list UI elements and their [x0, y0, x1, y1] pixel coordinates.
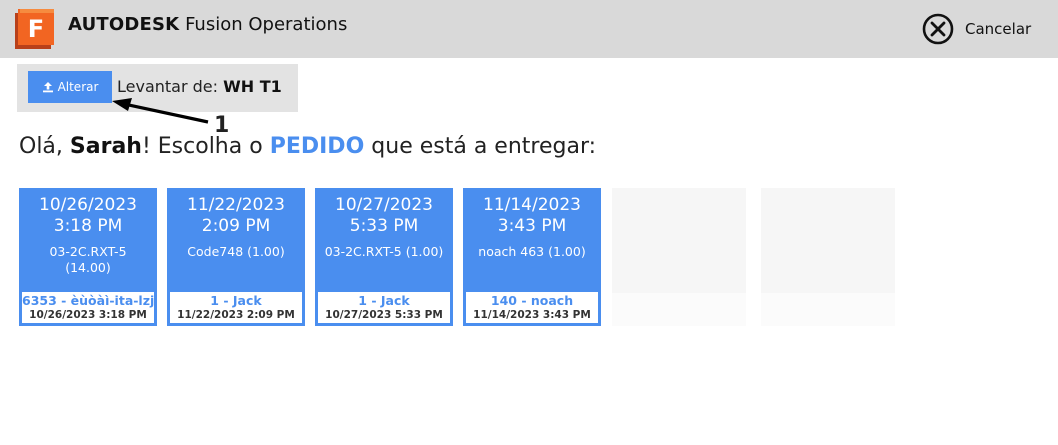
pickup-location-text: Levantar de: WH T1	[117, 77, 282, 96]
order-date: 10/26/2023	[39, 195, 137, 215]
order-item: 03-2C.RXT-5 (1.00)	[324, 244, 444, 259]
logo-letter: F	[28, 15, 44, 43]
order-time: 2:09 PM	[201, 216, 271, 236]
order-item: Code748 (1.00)	[187, 244, 285, 259]
product-name: Fusion Operations	[185, 14, 348, 35]
order-card[interactable]: 11/14/2023 3:43 PM noach 463 (1.00) 140 …	[463, 188, 601, 326]
order-footer: 140 - noach 11/14/2023 3:43 PM	[466, 292, 598, 323]
order-date: 10/27/2023	[335, 195, 433, 215]
app-header: F AUTODESK Fusion Operations Cancelar	[0, 0, 1058, 58]
order-item: 03-2C.RXT-5 (14.00)	[49, 244, 127, 275]
change-location-label: Alterar	[57, 80, 99, 94]
order-reference: 1 - Jack	[358, 293, 410, 308]
order-timestamp: 11/22/2023 2:09 PM	[177, 309, 295, 321]
order-timestamp: 10/26/2023 3:18 PM	[29, 309, 147, 321]
greeting-middle: ! Escolha o	[141, 134, 263, 159]
change-location-button[interactable]: Alterar	[28, 71, 112, 103]
pickup-location-value: WH T1	[223, 77, 282, 96]
order-reference: 6353 - èùòàì-ita-lzj	[22, 293, 154, 308]
order-footer: 1 - Jack 11/22/2023 2:09 PM	[170, 292, 302, 323]
cancel-button[interactable]: Cancelar	[922, 12, 1031, 46]
pickup-label: Levantar de:	[117, 77, 219, 96]
greeting-prefix: Olá,	[19, 134, 63, 159]
order-reference: 140 - noach	[490, 293, 574, 308]
order-timestamp: 10/27/2023 5:33 PM	[325, 309, 443, 321]
order-time: 5:33 PM	[349, 216, 419, 236]
order-reference: 1 - Jack	[210, 293, 262, 308]
order-date: 11/22/2023	[187, 195, 285, 215]
cancel-label: Cancelar	[965, 20, 1032, 38]
greeting-keyword: PEDIDO	[269, 134, 365, 159]
order-card[interactable]: 10/27/2023 5:33 PM 03-2C.RXT-5 (1.00) 1 …	[315, 188, 453, 326]
brand-name: AUTODESK	[68, 14, 180, 35]
order-footer: 1 - Jack 10/27/2023 5:33 PM	[318, 292, 450, 323]
user-name: Sarah	[69, 134, 142, 159]
fusion-logo-icon: F	[15, 9, 54, 49]
placeholder-card	[612, 188, 746, 326]
order-card[interactable]: 10/26/2023 3:18 PM 03-2C.RXT-5 (14.00) 6…	[19, 188, 157, 326]
order-card[interactable]: 11/22/2023 2:09 PM Code748 (1.00) 1 - Ja…	[167, 188, 305, 326]
placeholder-card-footer	[761, 293, 895, 326]
placeholder-card-footer	[612, 293, 746, 326]
upload-icon	[42, 82, 53, 93]
order-date: 11/14/2023	[483, 195, 581, 215]
close-circle-icon	[922, 13, 954, 45]
order-time: 3:18 PM	[53, 216, 123, 236]
order-footer: 6353 - èùòàì-ita-lzj 10/26/2023 3:18 PM	[22, 292, 154, 323]
greeting-heading: Olá, Sarah! Escolha o PEDIDO que está a …	[19, 134, 596, 159]
app-title: AUTODESK Fusion Operations	[68, 14, 347, 36]
greeting-suffix: que está a entregar:	[371, 134, 597, 159]
annotation-arrow	[112, 98, 209, 124]
order-time: 3:43 PM	[497, 216, 567, 236]
order-item: noach 463 (1.00)	[478, 244, 586, 259]
order-timestamp: 11/14/2023 3:43 PM	[473, 309, 591, 321]
placeholder-card	[761, 188, 895, 326]
